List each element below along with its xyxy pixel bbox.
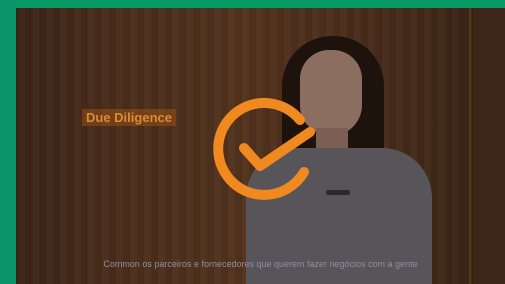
due-diligence-label: Due Diligence xyxy=(82,109,176,126)
left-border xyxy=(0,0,16,284)
video-subtitle: Common os parceiros e fornecedores que q… xyxy=(103,259,418,269)
checkmark-circle-icon xyxy=(213,97,315,200)
name-badge xyxy=(326,190,350,195)
top-border xyxy=(0,0,505,8)
wall-panel xyxy=(473,8,505,284)
video-player[interactable]: Due Diligence Common os parceiros e forn… xyxy=(16,8,505,284)
